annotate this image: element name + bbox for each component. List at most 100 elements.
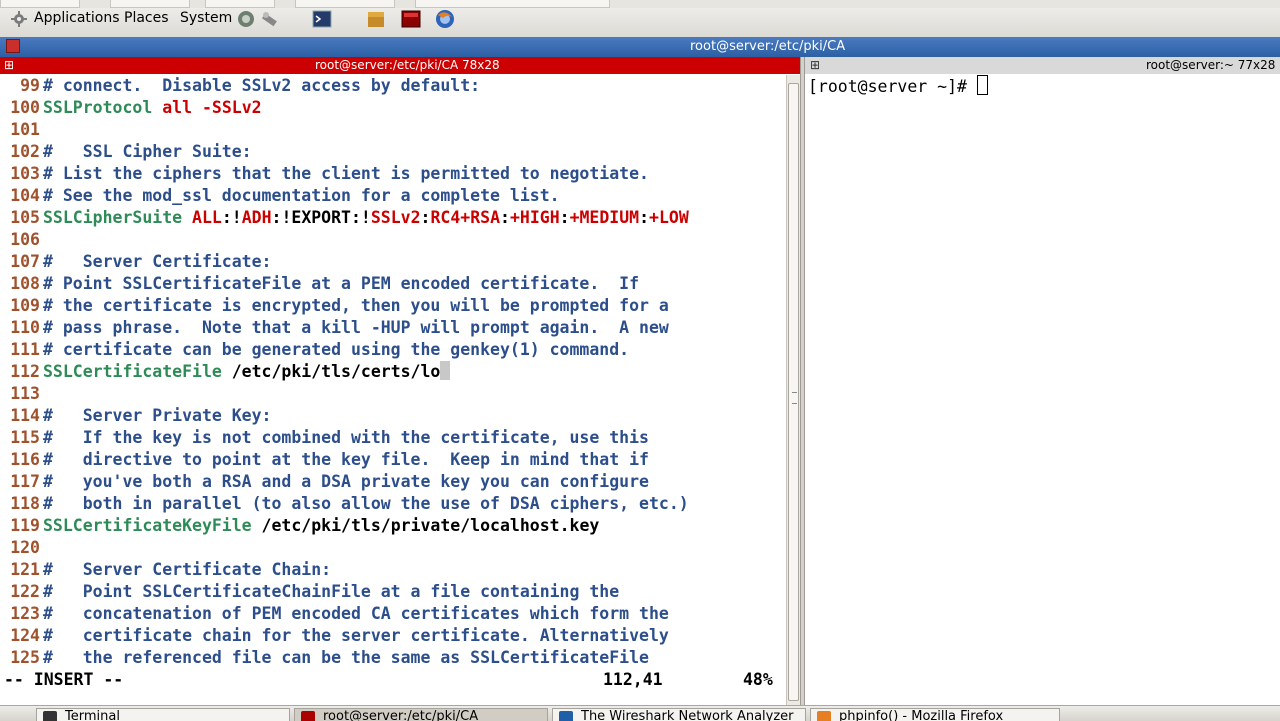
left-pane-scrollbar[interactable] (786, 75, 800, 705)
left-pane-titlebar[interactable]: ⊞ root@server:/etc/pki/CA 78x28 (0, 57, 802, 74)
package-icon[interactable] (366, 9, 386, 29)
taskbar-label: phpinfo() - Mozilla Firefox (839, 709, 1004, 721)
editor-line[interactable]: 120 (0, 537, 43, 559)
right-pane-titlebar[interactable]: ⊞ root@server:~ 77x28 (804, 57, 1280, 74)
editor-line[interactable]: 114 # Server Private Key: (0, 405, 271, 427)
vim-editor[interactable]: 99 # connect. Disable SSLv2 access by def… (0, 75, 786, 705)
line-number: 100 (10, 98, 40, 117)
grid-icon[interactable]: ⊞ (810, 58, 820, 72)
strip-segment (295, 0, 395, 8)
strip-segment (205, 0, 275, 8)
line-number: 104 (10, 186, 40, 205)
left-pane-title: root@server:/etc/pki/CA 78x28 (315, 58, 500, 72)
editor-line[interactable]: 108 # Point SSLCertificateFile at a PEM e… (0, 273, 639, 295)
taskbar-item-firefox[interactable]: phpinfo() - Mozilla Firefox (810, 708, 1060, 721)
line-number: 117 (10, 472, 40, 491)
code-token: # Point SSLCertificateFile at a PEM enco… (43, 274, 640, 293)
code-token: : (639, 208, 650, 227)
line-number: 107 (10, 252, 40, 271)
editor-line[interactable]: 103 # List the ciphers that the client is… (0, 163, 649, 185)
network-icon[interactable] (236, 9, 256, 29)
editor-line[interactable]: 119 SSLCertificateKeyFile /etc/pki/tls/pr… (0, 515, 599, 537)
terminal-launcher-icon[interactable] (312, 9, 332, 29)
editor-line[interactable]: 118 # both in parallel (to also allow the… (0, 493, 689, 515)
grip-icon (792, 392, 797, 404)
code-token: all -SSLv2 (162, 98, 262, 117)
strip-segment (0, 0, 80, 8)
top-strip (0, 0, 1280, 8)
applications-icon[interactable] (10, 10, 28, 28)
code-token: SSLCipherSuite (43, 208, 183, 227)
editor-line[interactable]: 104 # See the mod_ssl documentation for a… (0, 185, 560, 207)
line-number: 118 (10, 494, 40, 513)
code-token: SSLCertificateKeyFile (43, 516, 252, 535)
menu-places[interactable]: Places (124, 10, 169, 26)
code-token: # pass phrase. Note that a kill -HUP wil… (43, 318, 669, 337)
editor-line[interactable]: 122 # Point SSLCertificateChainFile at a … (0, 581, 619, 603)
line-number: 111 (10, 340, 40, 359)
code-token: # concatenation of PEM encoded CA certif… (43, 604, 669, 623)
line-number: 124 (10, 626, 40, 645)
firefox-icon[interactable] (435, 9, 455, 29)
menu-applications[interactable]: Applications (34, 10, 120, 26)
editor-line[interactable]: 109 # the certificate is encrypted, then … (0, 295, 669, 317)
editor-line[interactable]: 99 # connect. Disable SSLv2 access by def… (0, 75, 480, 97)
line-number: 102 (10, 142, 40, 161)
tools-icon[interactable] (260, 9, 280, 29)
line-number: 115 (10, 428, 40, 447)
code-token: : (559, 208, 570, 227)
red-terminal-icon[interactable] (401, 9, 421, 29)
editor-line[interactable]: 100 SSLProtocol all -SSLv2 (0, 97, 262, 119)
code-token: +LOW (649, 208, 689, 227)
line-number: 105 (10, 208, 40, 227)
editor-line[interactable]: 115 # If the key is not combined with the… (0, 427, 649, 449)
code-token: # Server Certificate Chain: (43, 560, 332, 579)
editor-line[interactable]: 116 # directive to point at the key file.… (0, 449, 649, 471)
taskbar-item-terminal[interactable]: Terminal (36, 708, 290, 721)
editor-line[interactable]: 112 SSLCertificateFile /etc/pki/tls/certs… (0, 361, 451, 383)
editor-line[interactable]: 117 # you've both a RSA and a DSA private… (0, 471, 649, 493)
line-number: 123 (10, 604, 40, 623)
code-token: # See the mod_ssl documentation for a co… (43, 186, 560, 205)
right-terminal[interactable]: [root@server ~]# (805, 75, 1280, 705)
line-number: 114 (10, 406, 40, 425)
taskbar-item-wireshark[interactable]: The Wireshark Network Analyzer (552, 708, 806, 721)
grid-icon[interactable]: ⊞ (4, 58, 14, 72)
line-number: 116 (10, 450, 40, 469)
editor-line[interactable]: 125 # the referenced file can be the same… (0, 647, 649, 669)
editor-line[interactable]: 102 # SSL Cipher Suite: (0, 141, 251, 163)
code-token: # you've both a RSA and a DSA private ke… (43, 472, 649, 491)
line-number: 99 (20, 76, 40, 95)
code-token: SSLv2 (370, 208, 421, 227)
editor-line[interactable]: 106 (0, 229, 43, 251)
terminal-cursor (976, 75, 988, 95)
cursor-position: 112,41 (603, 670, 663, 689)
editor-line[interactable]: 105 SSLCipherSuite ALL:!ADH:!EXPORT:!SSLv… (0, 207, 689, 229)
editor-line[interactable]: 123 # concatenation of PEM encoded CA cer… (0, 603, 669, 625)
editor-line[interactable]: 121 # Server Certificate Chain: (0, 559, 331, 581)
window-title: root@server:/etc/pki/CA (690, 39, 846, 54)
code-token: # Server Private Key: (43, 406, 272, 425)
window-menu-icon[interactable] (6, 39, 20, 53)
taskbar-item-root-terminal[interactable]: root@server:/etc/pki/CA (294, 708, 548, 721)
mode-indicator: -- INSERT -- (4, 670, 124, 689)
editor-line[interactable]: 124 # certificate chain for the server ce… (0, 625, 669, 647)
line-number: 113 (10, 384, 40, 403)
code-token: :!EXPORT:! (271, 208, 371, 227)
window-titlebar[interactable]: root@server:/etc/pki/CA (0, 37, 1280, 57)
editor-line[interactable]: 107 # Server Certificate: (0, 251, 271, 273)
code-token: # Point SSLCertificateChainFile at a fil… (43, 582, 620, 601)
scrollbar-thumb[interactable] (788, 83, 799, 701)
code-token: : (500, 208, 510, 227)
editor-line[interactable]: 110 # pass phrase. Note that a kill -HUP … (0, 317, 669, 339)
code-token: ALL (192, 208, 222, 227)
code-token: # the certificate is encrypted, then you… (43, 296, 669, 315)
menu-system[interactable]: System (180, 10, 232, 26)
editor-line[interactable]: 111 # certificate can be generated using … (0, 339, 629, 361)
editor-line[interactable]: 113 (0, 383, 43, 405)
code-token: /etc/pki/tls/private/localhost.key (251, 516, 600, 535)
strip-segment (110, 0, 190, 8)
editor-line[interactable]: 101 (0, 119, 43, 141)
